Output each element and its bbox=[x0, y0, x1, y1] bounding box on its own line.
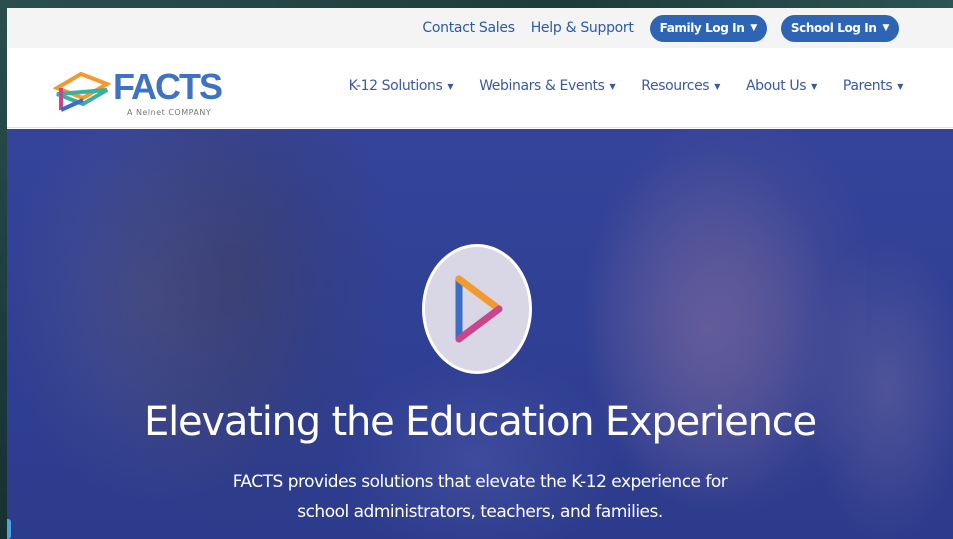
hero-banner: Elevating the Education Experience FACTS… bbox=[7, 129, 953, 539]
nav-item-label: Resources bbox=[641, 78, 710, 94]
family-login-button[interactable]: Family Log In ▼ bbox=[649, 14, 767, 42]
nav-item-label: Webinars & Events bbox=[479, 78, 605, 94]
logo-tagline: A Nelnet COMPANY bbox=[127, 108, 212, 117]
family-login-label: Family Log In bbox=[659, 21, 745, 35]
chevron-down-icon: ▼ bbox=[609, 81, 616, 91]
window-frame-left bbox=[0, 0, 7, 539]
logo-wordmark: FACTS bbox=[113, 66, 223, 107]
chevron-down-icon: ▼ bbox=[897, 81, 903, 91]
feedback-tab[interactable] bbox=[7, 519, 11, 539]
nav-item-label: K-12 Solutions bbox=[348, 78, 443, 94]
chevron-down-icon: ▼ bbox=[882, 23, 889, 33]
hero-subtitle-line: school administrators, teachers, and fam… bbox=[297, 502, 663, 522]
chevron-down-icon: ▼ bbox=[447, 81, 454, 91]
window-frame-top bbox=[0, 0, 953, 8]
chevron-down-icon: ▼ bbox=[714, 81, 720, 91]
nav-item-label: About Us bbox=[745, 78, 807, 94]
nav-item-label: Parents bbox=[842, 78, 893, 94]
contact-sales-link[interactable]: Contact Sales bbox=[422, 20, 515, 36]
main-navigation: FACTS A Nelnet COMPANY K-12 Solutions ▼ W… bbox=[7, 48, 953, 128]
nav-item-resources[interactable]: Resources ▼ bbox=[641, 78, 720, 94]
facts-logo[interactable]: FACTS A Nelnet COMPANY bbox=[53, 62, 223, 117]
nav-item-k12-solutions[interactable]: K-12 Solutions ▼ bbox=[349, 78, 454, 94]
hero-subtitle-line: FACTS provides solutions that elevate th… bbox=[232, 472, 728, 492]
hero-subtitle: FACTS provides solutions that elevate th… bbox=[7, 467, 953, 527]
school-login-button[interactable]: School Log In ▼ bbox=[780, 14, 899, 42]
chevron-down-icon: ▼ bbox=[750, 23, 757, 33]
nav-item-webinars-events[interactable]: Webinars & Events ▼ bbox=[479, 78, 615, 94]
play-icon bbox=[455, 275, 503, 343]
utility-bar: Contact Sales Help & Support Family Log … bbox=[7, 8, 953, 48]
browser-viewport: Contact Sales Help & Support Family Log … bbox=[7, 8, 953, 539]
facts-logo-mark-icon bbox=[53, 71, 111, 112]
chevron-down-icon: ▼ bbox=[811, 81, 817, 91]
nav-menu: K-12 Solutions ▼ Webinars & Events ▼ Resou… bbox=[323, 78, 904, 94]
school-login-label: School Log In bbox=[790, 21, 877, 35]
video-play-button[interactable] bbox=[422, 244, 532, 374]
nav-item-about-us[interactable]: About Us ▼ bbox=[746, 78, 817, 94]
nav-item-parents[interactable]: Parents ▼ bbox=[843, 78, 903, 94]
help-support-link[interactable]: Help & Support bbox=[531, 20, 634, 36]
hero-title: Elevating the Education Experience bbox=[144, 399, 817, 445]
